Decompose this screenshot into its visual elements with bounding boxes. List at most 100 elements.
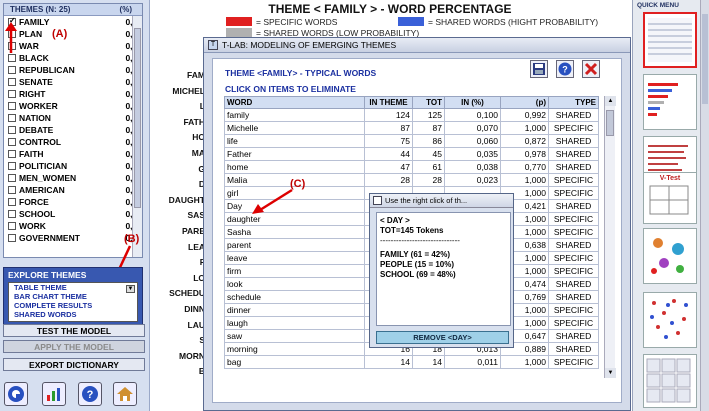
table-row[interactable]: bag 14 14 0,011 1,000 SPECIFIC [224,355,599,369]
theme-checkbox[interactable] [8,162,16,170]
col-header-in-pct[interactable]: IN (%) [444,96,501,109]
table-row[interactable]: Michelle 87 87 0,070 1,000 SPECIFIC [224,121,599,135]
theme-item[interactable]: POLITICIAN0,04 [4,160,142,172]
theme-item[interactable]: MEN_WOMEN0,04 [4,172,142,184]
table-row[interactable]: Father 44 45 0,035 0,978 SHARED [224,147,599,161]
theme-checkbox[interactable] [8,210,16,218]
theme-item[interactable]: BLACK0,05 [4,52,142,64]
thumbnail-table[interactable] [643,12,697,68]
cell-type: SHARED [548,277,599,291]
chart-check-icon[interactable] [42,382,66,406]
scroll-up-icon[interactable]: ▲ [605,96,616,106]
explore-option[interactable]: TABLE THEME [9,283,137,292]
theme-checkbox[interactable] [8,198,16,206]
table-row[interactable]: Malia 28 28 0,023 1,000 SPECIFIC [224,173,599,187]
save-icon[interactable] [530,60,548,78]
theme-item[interactable]: GOVERNMENT0,04 [4,232,142,244]
theme-item[interactable]: CONTROL0,04 [4,136,142,148]
theme-checkbox[interactable] [8,66,16,74]
table-scroll-thumb[interactable] [606,110,614,136]
theme-item[interactable]: WORKER0,04 [4,100,142,112]
thumbnail-grid[interactable] [643,354,697,408]
export-dictionary-button[interactable]: EXPORT DICTIONARY [3,358,145,371]
themes-list[interactable]: THEMES (N: 25) (%) FAMILY0,05PLAN0,05WAR… [3,3,143,258]
theme-checkbox[interactable] [8,102,16,110]
theme-name: WORK [19,221,46,231]
theme-item[interactable]: FORCE0,04 [4,196,142,208]
apply-model-button[interactable]: APPLY THE MODEL [3,340,145,353]
theme-item[interactable]: PLAN0,05 [4,28,142,40]
theme-checkbox[interactable] [8,114,16,122]
theme-item[interactable]: AMERICAN0,04 [4,184,142,196]
theme-item[interactable]: RIGHT0,04 [4,88,142,100]
popup-titlebar[interactable]: Use the right click of th... [370,194,513,208]
cell-in-pct: 0,100 [444,108,501,122]
col-header-type[interactable]: TYPE [548,96,599,109]
col-header-word[interactable]: WORD [224,96,365,109]
theme-checkbox[interactable] [8,186,16,194]
cell-type: SPECIFIC [548,186,599,200]
legend-label-specific: = SPECIFIC WORDS [256,17,338,27]
theme-name: SENATE [19,77,53,87]
theme-item[interactable]: NATION0,04 [4,112,142,124]
help-icon[interactable]: ? [78,382,102,406]
theme-checkbox[interactable] [8,150,16,158]
explore-option[interactable]: SHARED WORDS [9,310,137,319]
themes-scroll-thumb[interactable] [134,28,141,208]
scroll-down-icon[interactable]: ▼ [605,368,616,378]
cluster-thumbnail-icon [650,299,688,339]
theme-checkbox[interactable] [8,54,16,62]
table-scrollbar[interactable]: ▲ ▼ [604,96,616,378]
table-row[interactable]: life 75 86 0,060 0,872 SHARED [224,134,599,148]
theme-item[interactable]: DEBATE0,04 [4,124,142,136]
quick-menu-scroll-thumb[interactable] [702,14,708,104]
cell-type: SPECIFIC [548,316,599,330]
chevron-down-icon[interactable]: ▼ [126,285,135,293]
word-info-popup: Use the right click of th... < DAY > TOT=… [369,193,514,348]
thumbnail-scatter-map[interactable] [643,228,697,284]
background-chart-title: THEME < FAMILY > - WORD PERCENTAGE [268,2,512,16]
popup-line: FAMILY (61 = 42%) [380,250,451,259]
table-header-row: WORD IN THEME TOT IN (%) (p) TYPE [224,96,599,109]
quick-menu-scrollbar[interactable] [700,0,709,411]
thumbnail-v-test[interactable]: V-Test [643,172,697,224]
theme-checkbox[interactable] [8,222,16,230]
theme-checkbox[interactable] [8,90,16,98]
col-header-p[interactable]: (p) [500,96,549,109]
test-model-button[interactable]: TEST THE MODEL [3,324,145,337]
themes-scrollbar[interactable] [132,16,142,257]
cell-word: Michelle [224,121,365,135]
svg-text:?: ? [87,389,94,401]
theme-item[interactable]: FAITH0,04 [4,148,142,160]
home-icon[interactable] [113,382,137,406]
help-icon[interactable]: ? [556,60,574,78]
remove-day-button[interactable]: REMOVE <DAY> [376,331,509,344]
theme-item[interactable]: WAR0,05 [4,40,142,52]
theme-checkbox[interactable] [8,234,16,242]
explore-themes-select[interactable]: TABLE THEME BAR CHART THEME COMPLETE RESUL… [8,282,138,322]
theme-checkbox[interactable] [8,126,16,134]
explore-option[interactable]: COMPLETE RESULTS [9,301,137,310]
theme-item[interactable]: SENATE0,05 [4,76,142,88]
col-header-tot[interactable]: TOT [412,96,445,109]
close-icon[interactable] [582,60,600,78]
explore-option[interactable]: BAR CHART THEME [9,292,137,301]
theme-checkbox[interactable] [8,78,16,86]
theme-item[interactable]: WORK0,04 [4,220,142,232]
cell-type: SHARED [548,147,599,161]
theme-item[interactable]: REPUBLICAN0,05 [4,64,142,76]
theme-item[interactable]: FAMILY0,05 [4,16,142,28]
theme-checkbox[interactable] [8,138,16,146]
theme-checkbox[interactable] [8,174,16,182]
table-row[interactable]: home 47 61 0,038 0,770 SHARED [224,160,599,174]
grid-thumbnail-icon [646,358,691,403]
theme-item[interactable]: SCHOOL0,04 [4,208,142,220]
tlab-logo-icon[interactable] [4,382,28,406]
cell-word: look [224,277,365,291]
cell-word: schedule [224,290,365,304]
thumbnail-cluster-map[interactable] [643,292,697,348]
thumbnail-bar-chart[interactable] [643,74,697,130]
table-row[interactable]: family 124 125 0,100 0,992 SHARED [224,108,599,122]
dialog-titlebar[interactable]: T T-LAB: MODELING OF EMERGING THEMES [204,38,630,53]
col-header-in-theme[interactable]: IN THEME [364,96,413,109]
